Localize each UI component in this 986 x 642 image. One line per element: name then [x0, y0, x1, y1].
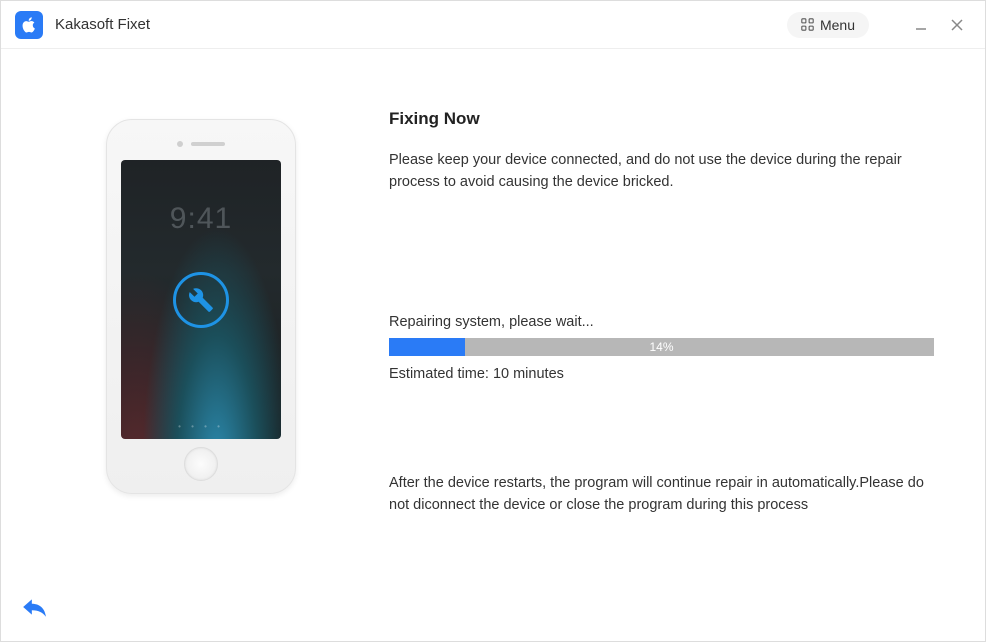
progress-percent-label: 14%: [649, 340, 673, 354]
close-icon: [951, 19, 963, 31]
page-dots: • • • •: [121, 422, 281, 431]
minimize-icon: [915, 19, 927, 31]
content-area: 9:41 • • • • Fixing Now Please keep your…: [1, 49, 985, 641]
lockscreen-time: 9:41: [121, 202, 281, 236]
app-logo-icon: [15, 11, 43, 39]
phone-screen: 9:41 • • • •: [121, 160, 281, 439]
estimated-time: Estimated time: 10 minutes: [389, 366, 945, 382]
device-preview-column: 9:41 • • • •: [31, 109, 371, 611]
close-button[interactable]: [943, 11, 971, 39]
page-description: Please keep your device connected, and d…: [389, 149, 945, 194]
app-window: Kakasoft Fixet Menu: [0, 0, 986, 642]
phone-earpiece-area: [117, 130, 285, 158]
repair-indicator: [173, 272, 229, 328]
menu-grid-icon: [801, 18, 814, 31]
progress-bar: 14%: [389, 338, 934, 356]
page-heading: Fixing Now: [389, 109, 945, 129]
app-title: Kakasoft Fixet: [55, 16, 787, 33]
phone-home-button: [184, 447, 218, 481]
phone-mockup: 9:41 • • • •: [106, 119, 296, 494]
menu-button[interactable]: Menu: [787, 12, 869, 38]
footer-warning: After the device restarts, the program w…: [389, 472, 945, 517]
menu-label: Menu: [820, 17, 855, 33]
wrench-icon: [188, 287, 214, 313]
minimize-button[interactable]: [907, 11, 935, 39]
back-arrow-icon: [21, 596, 47, 618]
titlebar: Kakasoft Fixet Menu: [1, 1, 985, 49]
repair-status-text: Repairing system, please wait...: [389, 314, 945, 330]
back-button[interactable]: [21, 596, 47, 623]
info-column: Fixing Now Please keep your device conne…: [371, 109, 955, 611]
progress-fill: [389, 338, 465, 356]
